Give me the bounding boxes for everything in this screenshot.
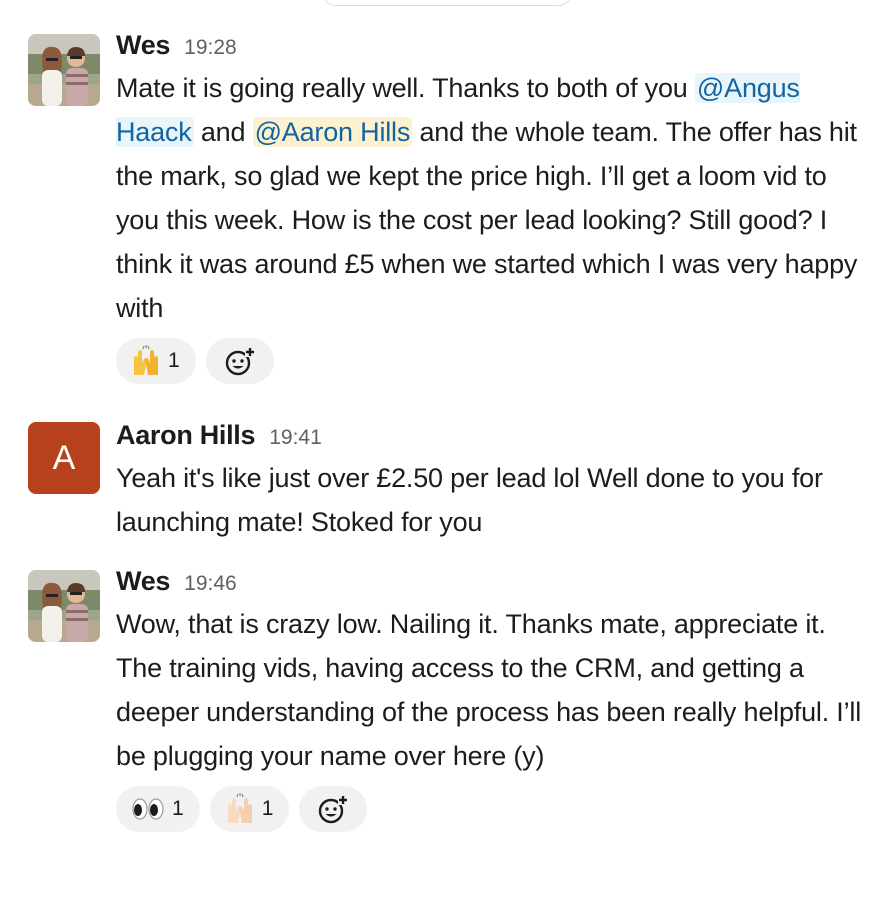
timestamp[interactable]: 19:41 xyxy=(269,426,322,450)
sender-name[interactable]: Wes xyxy=(116,566,170,597)
eyes-icon xyxy=(132,798,164,820)
raised-hands-icon xyxy=(134,345,158,375)
message-header: Wes 19:28 xyxy=(116,30,870,66)
avatar[interactable]: A xyxy=(28,422,100,494)
add-reaction-button[interactable] xyxy=(299,786,368,832)
date-divider-pill[interactable] xyxy=(322,0,572,6)
avatar[interactable] xyxy=(28,570,100,642)
add-emoji-icon xyxy=(319,795,349,824)
add-emoji-icon xyxy=(225,347,255,376)
message-header: Aaron Hills 19:41 xyxy=(116,420,870,456)
message-text: Wow, that is crazy low. Nailing it. Than… xyxy=(116,609,861,771)
message-thread: Wes 19:28 Mate it is going really well. … xyxy=(0,0,878,898)
reaction-count: 1 xyxy=(172,797,184,820)
add-reaction-button[interactable] xyxy=(205,338,274,384)
reactions-bar: 1 1 xyxy=(116,786,870,832)
reaction-pill[interactable]: 1 xyxy=(116,786,200,832)
message-content: Wes 19:46 Wow, that is crazy low. Nailin… xyxy=(116,566,870,832)
reaction-pill[interactable]: 1 xyxy=(116,338,196,384)
text-segment: Mate it is going really well. Thanks to … xyxy=(116,73,695,103)
timestamp[interactable]: 19:46 xyxy=(184,572,237,596)
avatar-photo-icon xyxy=(28,570,100,642)
avatar-photo-icon xyxy=(28,34,100,106)
reaction-pill[interactable]: 1 xyxy=(209,786,290,832)
message-text: Mate it is going really well. Thanks to … xyxy=(116,66,870,330)
reactions-bar: 1 xyxy=(116,338,870,384)
raised-hands-light-icon xyxy=(227,793,252,823)
mention-aaron[interactable]: @Aaron Hills xyxy=(252,117,413,147)
sender-name[interactable]: Wes xyxy=(116,30,170,61)
avatar[interactable] xyxy=(28,34,100,106)
message-content: Aaron Hills 19:41 Yeah it's like just ov… xyxy=(116,420,870,544)
reaction-count: 1 xyxy=(261,797,274,820)
message-text: Yeah it's like just over £2.50 per lead … xyxy=(116,463,823,537)
reaction-count: 1 xyxy=(168,349,180,372)
message-header: Wes 19:46 xyxy=(116,566,870,602)
text-segment: and xyxy=(193,117,253,147)
timestamp[interactable]: 19:28 xyxy=(184,36,237,60)
text-segment: and the whole team. The offer has hit th… xyxy=(116,117,858,323)
message-content: Wes 19:28 Mate it is going really well. … xyxy=(116,30,870,384)
sender-name[interactable]: Aaron Hills xyxy=(116,420,256,451)
